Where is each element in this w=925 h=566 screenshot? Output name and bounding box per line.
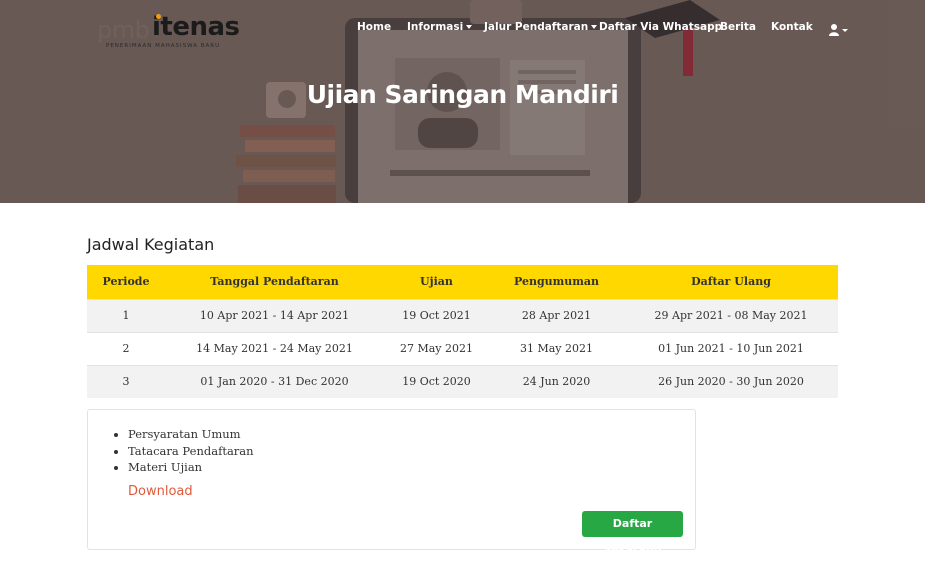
hero-banner: pmb itenas PENERIMAAN MAHASISWA BARU Hom… xyxy=(0,0,925,203)
table-cell: 3 xyxy=(87,364,165,398)
user-icon xyxy=(829,24,848,36)
requirements-list: Persyaratan Umum Tatacara Pendaftaran Ma… xyxy=(128,426,254,476)
table-cell: 2 xyxy=(87,331,165,365)
table-header-row: Periode Tanggal Pendaftaran Ujian Pengum… xyxy=(87,265,838,299)
list-item[interactable]: Materi Ujian xyxy=(128,459,254,476)
table-cell: 19 Oct 2021 xyxy=(384,298,489,332)
download-link[interactable]: Download xyxy=(128,484,193,499)
nav-whatsapp-label: Daftar Via Whatsapp xyxy=(599,21,723,33)
logo-pmb-text: pmb xyxy=(97,16,150,44)
nav-jalur-pendaftaran[interactable]: Jalur Pendaftaran xyxy=(484,21,598,37)
column-header: Periode xyxy=(87,265,165,299)
table-cell: 1 xyxy=(87,298,165,332)
table-cell: 31 May 2021 xyxy=(489,331,624,365)
column-header: Ujian xyxy=(384,265,489,299)
nav-home[interactable]: Home xyxy=(357,21,391,37)
table-cell: 01 Jun 2021 - 10 Jun 2021 xyxy=(624,331,838,365)
schedule-title: Jadwal Kegiatan xyxy=(87,235,215,254)
logo-dot xyxy=(156,14,161,19)
table-cell: 27 May 2021 xyxy=(384,331,489,365)
column-header: Daftar Ulang xyxy=(624,265,838,299)
table-cell: 29 Apr 2021 - 08 May 2021 xyxy=(624,298,838,332)
column-header: Tanggal Pendaftaran xyxy=(165,265,384,299)
nav-informasi[interactable]: Informasi xyxy=(407,21,473,37)
logo-itenas-text: itenas xyxy=(152,12,240,42)
table-row: 2 14 May 2021 - 24 May 2021 27 May 2021 … xyxy=(87,331,838,365)
table-row: 1 10 Apr 2021 - 14 Apr 2021 19 Oct 2021 … xyxy=(87,298,838,332)
nav-home-label: Home xyxy=(357,21,392,33)
schedule-table: Periode Tanggal Pendaftaran Ujian Pengum… xyxy=(87,265,838,398)
site-logo[interactable]: pmb itenas PENERIMAAN MAHASISWA BARU xyxy=(97,12,247,49)
table-cell: 26 Jun 2020 - 30 Jun 2020 xyxy=(624,364,838,398)
table-row: 3 01 Jan 2020 - 31 Dec 2020 19 Oct 2020 … xyxy=(87,364,838,398)
page-title: Ujian Saringan Mandiri xyxy=(306,80,619,109)
table-cell: 19 Oct 2020 xyxy=(384,364,489,398)
table-cell: 14 May 2021 - 24 May 2021 xyxy=(165,331,384,365)
nav-informasi-label: Informasi xyxy=(407,21,464,33)
table-cell: 28 Apr 2021 xyxy=(489,298,624,332)
nav-daftar-whatsapp[interactable]: Daftar Via Whatsapp xyxy=(599,21,722,37)
caret-down-icon xyxy=(466,25,473,29)
info-card: Persyaratan Umum Tatacara Pendaftaran Ma… xyxy=(87,409,696,556)
nav-berita[interactable]: Berita xyxy=(720,21,756,37)
user-menu[interactable] xyxy=(829,22,849,36)
table-cell: 24 Jun 2020 xyxy=(489,364,624,398)
list-item[interactable]: Persyaratan Umum xyxy=(128,426,254,443)
nav-jalur-label: Jalur Pendaftaran xyxy=(484,21,589,33)
nav-berita-label: Berita xyxy=(720,21,757,33)
nav-kontak[interactable]: Kontak xyxy=(771,21,813,37)
table-cell: 01 Jan 2020 - 31 Dec 2020 xyxy=(165,364,384,398)
nav-kontak-label: Kontak xyxy=(771,21,813,33)
list-item[interactable]: Tatacara Pendaftaran xyxy=(128,443,254,460)
register-now-button[interactable]: Daftar Sekarang xyxy=(582,511,683,556)
column-header: Pengumuman xyxy=(489,265,624,299)
caret-down-icon xyxy=(591,25,598,29)
logo-subtitle: PENERIMAAN MAHASISWA BARU xyxy=(106,43,221,49)
table-cell: 10 Apr 2021 - 14 Apr 2021 xyxy=(165,298,384,332)
